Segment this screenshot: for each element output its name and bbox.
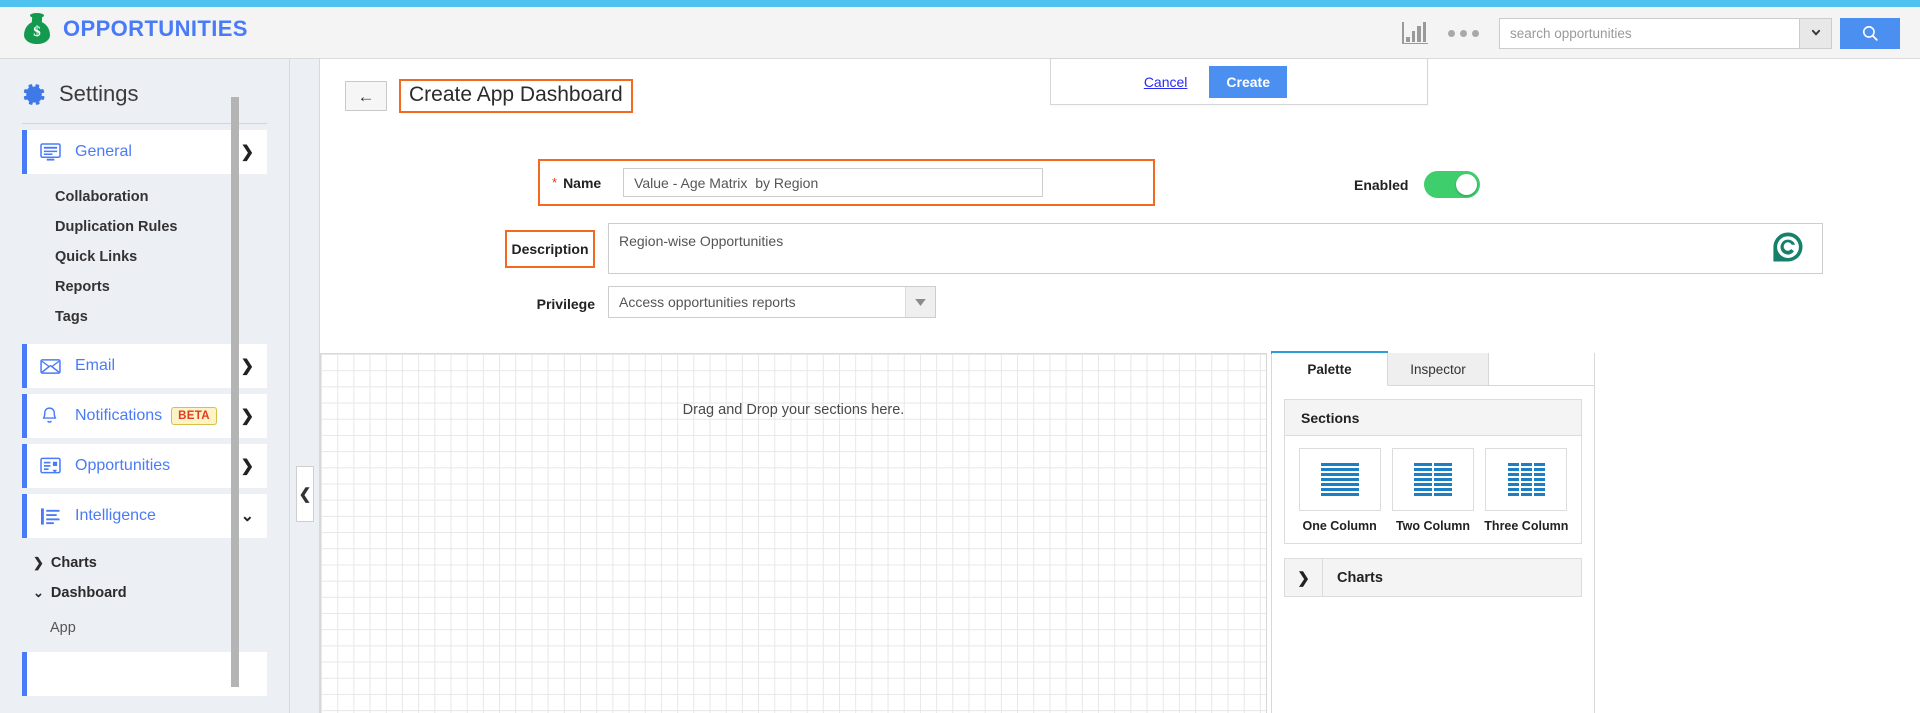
dashboard-canvas[interactable]: Drag and Drop your sections here. [320, 353, 1267, 713]
enabled-toggle[interactable] [1424, 171, 1481, 198]
create-button[interactable]: Create [1209, 65, 1287, 98]
grammarly-icon[interactable] [1772, 231, 1804, 263]
monitor-icon [40, 142, 62, 162]
opportunity-card-icon [40, 456, 62, 476]
description-input[interactable] [608, 223, 1823, 274]
brand[interactable]: $ OPPORTUNITIES [22, 13, 248, 45]
top-accent-bar [0, 0, 1920, 7]
sidebar-item-label: Notifications [75, 407, 163, 424]
cancel-button[interactable]: Cancel [1144, 74, 1188, 90]
tab-palette[interactable]: Palette [1272, 353, 1388, 386]
three-column-icon [1485, 448, 1568, 511]
charts-label: Charts [1337, 569, 1383, 586]
name-label: Name [563, 174, 602, 191]
tab-inspector[interactable]: Inspector [1388, 353, 1489, 386]
sidebar-item-tags[interactable]: Tags [0, 302, 289, 332]
sidebar-item-app[interactable]: App [0, 614, 289, 642]
section-label: One Column [1302, 519, 1377, 533]
privilege-label: Privilege [536, 296, 595, 312]
sidebar-item-label: Dashboard [50, 585, 127, 601]
chevron-right-icon: ❯ [33, 555, 44, 570]
description-label: Description [511, 241, 589, 257]
required-marker: * [552, 175, 558, 190]
sidebar-item-charts[interactable]: ❯ Charts [0, 548, 289, 578]
header-actions [1391, 13, 1900, 53]
envelope-icon [40, 356, 62, 376]
sidebar-item-label: Intelligence [75, 507, 156, 524]
charts-accordion[interactable]: ❯ Charts [1284, 558, 1582, 597]
search-bar [1499, 17, 1900, 49]
sidebar-item-label: Email [75, 357, 116, 374]
sidebar-scrollbar[interactable] [231, 97, 239, 687]
list-lines-icon [40, 506, 62, 526]
sidebar-item-label: Opportunities [75, 457, 171, 474]
search-input[interactable] [1499, 17, 1799, 49]
section-label: Three Column [1484, 519, 1569, 533]
chevron-down-glyph [1811, 29, 1820, 36]
description-label-box: Description [505, 230, 595, 268]
chevron-down-icon: ⌄ [240, 508, 254, 525]
section-one-column[interactable]: One Column [1295, 448, 1384, 533]
enabled-label: Enabled [1354, 176, 1409, 193]
app-root: $ OPPORTUNITIES search opportunities Set… [0, 0, 1920, 713]
bell-icon [40, 406, 62, 426]
toggle-knob [1456, 174, 1478, 195]
main-content: ← Create App Dashboard Cancel Create * N… [320, 58, 1920, 713]
sidebar-scrollbar-thumb[interactable] [231, 97, 239, 687]
search-icon [1862, 25, 1878, 41]
section-label: Two Column [1395, 519, 1471, 533]
palette-tabs: Palette Inspector [1272, 353, 1594, 386]
sidebar-item-collaboration[interactable]: Collaboration [0, 182, 289, 212]
section-three-column[interactable]: Three Column [1482, 448, 1571, 533]
sections-header: Sections [1285, 400, 1581, 436]
bar-chart-icon[interactable] [1391, 13, 1439, 53]
sidebar-item-label: Charts [50, 555, 97, 571]
sections-card: Sections One Column Two Column Three Col… [1284, 399, 1582, 544]
name-input[interactable] [623, 168, 1044, 197]
settings-sidebar: Settings General ❯ Collaboration Duplica… [0, 59, 290, 713]
palette-panel: Palette Inspector Sections One Column Tw… [1271, 351, 1595, 713]
privilege-select[interactable]: Access opportunities reports [608, 286, 936, 318]
sections-list: One Column Two Column Three Column [1285, 436, 1581, 543]
brand-title: OPPORTUNITIES [63, 16, 248, 41]
chevron-down-icon: ⌄ [33, 585, 44, 600]
sidebar-item-quick-links[interactable]: Quick Links [0, 242, 289, 272]
two-column-icon [1391, 448, 1474, 511]
chevron-right-icon: ❯ [1285, 559, 1323, 596]
name-field-row: * Name [538, 159, 1155, 206]
back-arrow-icon: ← [357, 86, 375, 106]
chevron-right-icon: ❯ [240, 358, 254, 375]
caret-down-icon[interactable] [905, 287, 935, 317]
chevron-down-icon[interactable] [1799, 17, 1832, 49]
chevron-right-icon: ❯ [240, 408, 254, 425]
canvas-gutter [290, 59, 320, 713]
chevron-right-icon: ❯ [240, 458, 254, 475]
sidebar-item-dashboard[interactable]: ⌄ Dashboard [0, 578, 289, 608]
back-button[interactable]: ← [345, 81, 387, 111]
sidebar-title: Settings [59, 81, 139, 106]
status-badge: BETA [171, 407, 217, 425]
one-column-icon [1298, 448, 1381, 511]
chevron-left-icon: ❮ [298, 486, 312, 503]
money-bag-icon: $ [22, 13, 52, 45]
enabled-row: Enabled [1354, 171, 1481, 198]
app-header: $ OPPORTUNITIES [0, 7, 1920, 59]
page-title: Create App Dashboard [399, 79, 633, 113]
search-button[interactable] [1840, 17, 1900, 49]
sidebar-item-label: General [75, 143, 132, 160]
sidebar-item-reports[interactable]: Reports [0, 272, 289, 302]
gear-icon [23, 83, 45, 105]
sidebar-header: Settings [0, 59, 289, 107]
section-two-column[interactable]: Two Column [1388, 448, 1477, 533]
canvas-hint: Drag and Drop your sections here. [682, 402, 905, 418]
more-dots-icon[interactable] [1439, 13, 1487, 53]
collapse-panel-button[interactable]: ❮ [296, 466, 314, 522]
privilege-value: Access opportunities reports [619, 294, 796, 310]
tabs-filler [1489, 353, 1594, 385]
sidebar-item-duplication-rules[interactable]: Duplication Rules [0, 212, 289, 242]
chevron-right-icon: ❯ [240, 144, 254, 161]
action-panel: Cancel Create [1050, 58, 1428, 105]
palette-body: Sections One Column Two Column Three Col… [1272, 387, 1594, 609]
page-header: ← Create App Dashboard [345, 79, 633, 113]
